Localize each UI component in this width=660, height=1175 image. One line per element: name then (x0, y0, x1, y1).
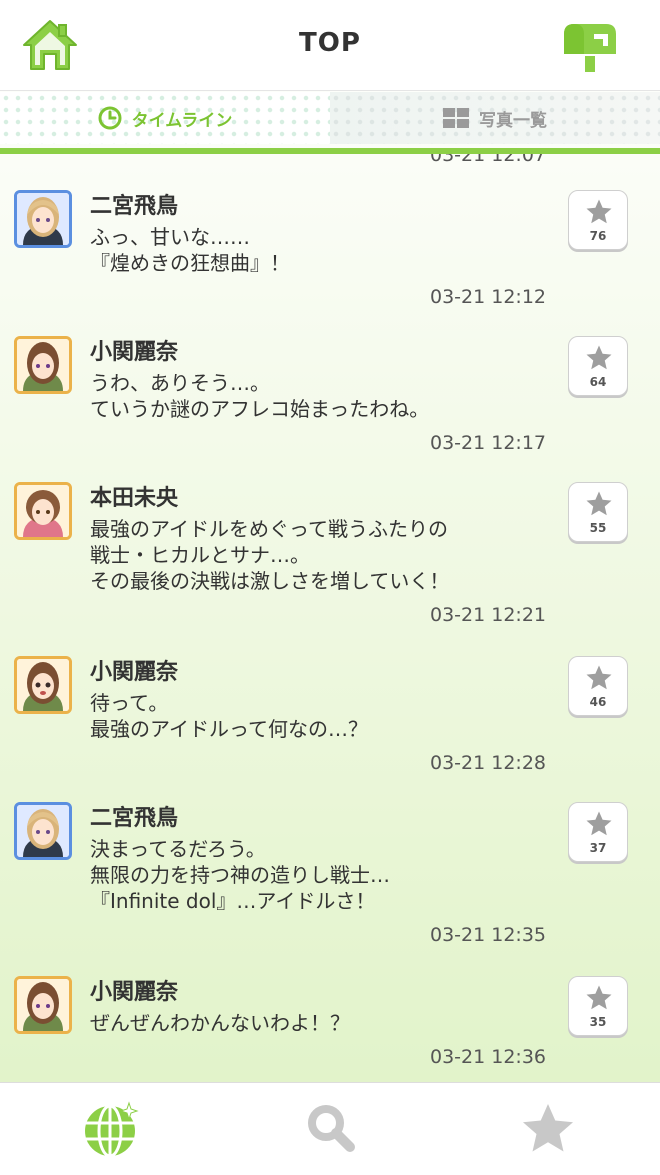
tab-timeline-label: タイムライン (131, 110, 233, 131)
timeline-post: 小関麗奈 うわ、ありそう…。 ていうか謎のアフレコ始まったわね。 03-21 1… (0, 300, 660, 460)
avatar[interactable] (14, 482, 72, 540)
tab-photo-list[interactable]: 写真一覧 (330, 92, 660, 144)
avatar[interactable] (14, 802, 72, 860)
post-message: うわ、ありそう…。 ていうか謎のアフレコ始まったわね。 (90, 371, 430, 421)
favorites-nav-button[interactable] (518, 1099, 578, 1159)
timeline-nav-button[interactable] (82, 1099, 142, 1159)
timeline-post: 二宮飛鳥 ふっ、甘いな…… 『煌めきの狂想曲』！ 03-21 12:12 76 (0, 154, 660, 324)
clock-icon (98, 106, 122, 130)
timeline-post: 小関麗奈 ぜんぜんわかんないわよ！？ 03-21 12:36 35 (0, 940, 660, 1080)
post-message: 最強のアイドルをめぐって戦うふたりの 戦士・ヒカルとサナ…。 その最後の決戦は激… (90, 517, 450, 593)
post-message: ふっ、甘いな…… 『煌めきの狂想曲』！ (90, 225, 290, 275)
star-icon (523, 1104, 573, 1152)
star-icon (586, 491, 612, 516)
app-header: TOP (0, 0, 660, 91)
favorite-button[interactable]: 37 (568, 802, 628, 862)
star-icon (586, 985, 612, 1010)
favorite-count: 64 (589, 375, 607, 389)
favorite-button[interactable]: 76 (568, 190, 628, 250)
poster-name: 小関麗奈 (90, 660, 179, 685)
avatar[interactable] (14, 976, 72, 1034)
star-icon (586, 665, 612, 690)
favorite-count: 35 (589, 1015, 607, 1029)
bottom-nav (0, 1082, 660, 1175)
poster-name: 本田未央 (90, 486, 179, 511)
poster-name: 小関麗奈 (90, 340, 179, 365)
favorite-count: 46 (589, 695, 607, 709)
search-nav-button[interactable] (300, 1099, 360, 1159)
post-message: 待って。 最強のアイドルって何なの…？ (90, 691, 368, 741)
search-icon (308, 1105, 355, 1152)
favorite-button[interactable]: 64 (568, 336, 628, 396)
post-message: 決まってるだろう。 無限の力を持つ神の造りし戦士… 『Infinite dol』… (90, 837, 390, 913)
star-icon (586, 199, 612, 224)
favorite-count: 76 (589, 229, 607, 243)
avatar[interactable] (14, 336, 72, 394)
globe-icon (85, 1101, 139, 1158)
tab-timeline[interactable]: タイムライン (0, 92, 330, 144)
poster-name: 二宮飛鳥 (90, 806, 179, 831)
timeline-post: 小関麗奈 待って。 最強のアイドルって何なの…？ 03-21 12:28 46 (0, 620, 660, 780)
poster-name: 小関麗奈 (90, 980, 179, 1005)
tab-bar: タイムライン 写真一覧 (0, 92, 660, 154)
favorite-count: 37 (589, 841, 607, 855)
timeline-feed[interactable]: 03-21 12:07 二宮飛鳥 ふっ、甘いな…… 『煌めきの狂想曲』！ 03-… (0, 154, 660, 1082)
post-timestamp: 03-21 12:36 (430, 1046, 547, 1068)
mailbox-icon (564, 24, 616, 72)
timeline-post: 二宮飛鳥 決まってるだろう。 無限の力を持つ神の造りし戦士… 『Infinite… (0, 766, 660, 956)
favorite-button[interactable]: 35 (568, 976, 628, 1036)
avatar[interactable] (14, 656, 72, 714)
favorite-count: 55 (589, 521, 607, 535)
grid-icon (443, 108, 469, 128)
favorite-button[interactable]: 55 (568, 482, 628, 542)
star-icon (586, 811, 612, 836)
timeline-post: 本田未央 最強のアイドルをめぐって戦うふたりの 戦士・ヒカルとサナ…。 その最後… (0, 446, 660, 636)
post-message: ぜんぜんわかんないわよ！？ (90, 1011, 350, 1035)
poster-name: 二宮飛鳥 (90, 194, 179, 219)
avatar[interactable] (14, 190, 72, 248)
tab-photo-list-label: 写真一覧 (479, 110, 547, 131)
mailbox-button[interactable] (560, 20, 618, 74)
star-icon (586, 345, 612, 370)
favorite-button[interactable]: 46 (568, 656, 628, 716)
